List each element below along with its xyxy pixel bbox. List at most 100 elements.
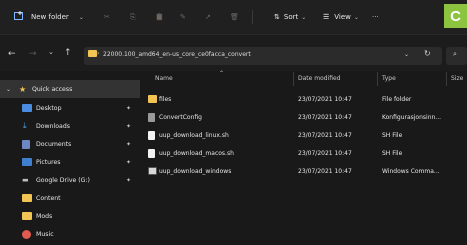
address-dropdown-icon[interactable]: ⌄ (404, 51, 409, 58)
drive-icon: ▬ (22, 176, 29, 184)
pin-icon: ✦ (126, 104, 132, 112)
file-type: Windows Comma... (382, 168, 440, 175)
copy-icon[interactable]: ⎘ (130, 9, 136, 25)
column-divider[interactable] (377, 72, 378, 86)
column-header-type[interactable]: Type (382, 75, 396, 82)
column-header-name[interactable]: Name (155, 75, 173, 82)
file-row[interactable]: ConvertConfig 23/07/2021 10:47 Konfigura… (141, 109, 467, 126)
config-file-icon (148, 113, 155, 122)
pin-icon: ✦ (126, 122, 132, 130)
sidebar-item-desktop[interactable]: Desktop ✦ (0, 99, 140, 117)
sidebar-item-label: Content (36, 194, 61, 202)
pin-icon: ✦ (126, 140, 132, 148)
file-name: files (159, 96, 172, 103)
sidebar-item-mods[interactable]: Mods (0, 207, 140, 225)
sidebar-item-label: Desktop (36, 104, 62, 112)
share-icon[interactable]: ↗ (205, 9, 211, 25)
download-icon: ⤓ (23, 121, 27, 130)
folder-icon (88, 50, 97, 57)
paste-icon[interactable]: 📋 (155, 9, 164, 25)
chevron-down-icon: ⌄ (353, 13, 359, 21)
recent-locations-icon[interactable]: ⌄ (48, 48, 54, 56)
file-icon (148, 131, 155, 140)
chevron-down-icon: ⌄ (6, 85, 12, 93)
file-type: Konfigurasjonsinn... (382, 114, 442, 121)
up-arrow-icon[interactable]: ↑ (64, 48, 72, 58)
cmd-file-icon (148, 167, 157, 175)
file-date: 23/07/2021 10:47 (298, 132, 352, 139)
column-header-date[interactable]: Date modified (298, 75, 341, 82)
sidebar-item-label: Documents (36, 140, 72, 148)
new-button[interactable]: New folder ⌄ (14, 9, 84, 25)
sort-label: Sort (283, 13, 299, 21)
sidebar-item-label: Google Drive (G:) (36, 176, 90, 184)
sidebar-item-label: Music (36, 230, 54, 238)
file-name: ConvertConfig (159, 114, 202, 121)
pin-icon: ✦ (126, 158, 132, 166)
file-type: File folder (382, 96, 412, 103)
pin-icon: ✦ (126, 176, 132, 184)
sidebar-item-music[interactable]: Music (0, 225, 140, 243)
file-name: uup_download_macos.sh (159, 150, 234, 157)
file-row[interactable]: files 23/07/2021 10:47 File folder (141, 91, 467, 108)
back-arrow-icon[interactable]: ← (8, 49, 16, 59)
file-type: SH File (382, 132, 403, 139)
desktop-icon (22, 104, 32, 112)
search-icon: ⌕ (453, 50, 457, 58)
cut-icon[interactable]: ✂ (104, 9, 110, 25)
file-row[interactable]: uup_download_linux.sh 23/07/2021 10:47 S… (141, 127, 467, 144)
file-row[interactable]: uup_download_macos.sh 23/07/2021 10:47 S… (141, 145, 467, 162)
file-icon (148, 149, 155, 158)
address-path: 22000.100_amd64_en-us_core_ce0facca_conv… (103, 51, 251, 58)
search-box[interactable]: ⌕ (446, 47, 467, 65)
sort-icon: ⇅ (274, 13, 280, 21)
sidebar-item-label: Downloads (36, 122, 70, 130)
new-label: New folder (31, 13, 69, 21)
sidebar-item-google-drive[interactable]: ▬ Google Drive (G:) ✦ (0, 171, 140, 189)
chevron-right-icon: › (97, 50, 100, 57)
file-date: 23/07/2021 10:47 (298, 168, 352, 175)
star-icon: ★ (19, 84, 27, 94)
sort-caret-icon: ⌃ (219, 70, 225, 77)
command-bar: New folder ⌄ ✂ ⎘ 📋 ✎ ↗ 🗑 ⇅ Sort ⌄ ☰ View… (0, 0, 467, 35)
more-options-icon[interactable]: ··· (372, 9, 379, 25)
toolbar-divider (252, 10, 253, 24)
refresh-icon[interactable]: ↻ (424, 49, 431, 58)
sidebar-item-label: Mods (36, 212, 53, 220)
chevron-down-icon: ⌄ (301, 13, 307, 21)
rename-icon[interactable]: ✎ (180, 9, 186, 25)
chevron-down-icon: ⌄ (78, 13, 84, 21)
file-date: 23/07/2021 10:47 (298, 150, 352, 157)
new-folder-icon (14, 11, 25, 23)
sidebar-item-quick-access[interactable]: ⌄ ★ Quick access (0, 80, 140, 98)
pictures-icon (22, 158, 32, 166)
sidebar-item-downloads[interactable]: ⤓ Downloads ✦ (0, 117, 140, 135)
sidebar-item-label: Pictures (36, 158, 61, 166)
file-name: uup_download_windows (159, 168, 232, 175)
folder-icon (22, 194, 32, 202)
forward-arrow-icon[interactable]: → (29, 49, 37, 59)
file-type: SH File (382, 150, 403, 157)
file-row[interactable]: uup_download_windows 23/07/2021 10:47 Wi… (141, 163, 467, 180)
view-icon: ☰ (323, 13, 330, 21)
view-label: View (334, 13, 351, 21)
delete-icon[interactable]: 🗑 (230, 9, 239, 25)
file-date: 23/07/2021 10:47 (298, 114, 352, 121)
brand-badge: C (444, 4, 467, 28)
file-explorer-window: New folder ⌄ ✂ ⎘ 📋 ✎ ↗ 🗑 ⇅ Sort ⌄ ☰ View… (0, 0, 467, 245)
view-button[interactable]: ☰ View ⌄ (323, 9, 359, 25)
file-date: 23/07/2021 10:47 (298, 96, 352, 103)
folder-icon (148, 95, 157, 103)
navigation-pane: ⌄ ★ Quick access Desktop ✦ ⤓ Downloads ✦… (0, 76, 140, 245)
column-header-size[interactable]: Size (451, 75, 463, 82)
sidebar-item-pictures[interactable]: Pictures ✦ (0, 153, 140, 171)
folder-icon (22, 212, 32, 220)
sidebar-item-documents[interactable]: Documents ✦ (0, 135, 140, 153)
sidebar-item-content[interactable]: Content (0, 189, 140, 207)
file-name: uup_download_linux.sh (159, 132, 229, 139)
sort-button[interactable]: ⇅ Sort ⌄ (274, 9, 306, 25)
documents-icon (22, 139, 30, 149)
column-divider[interactable] (446, 72, 447, 86)
column-divider[interactable] (293, 72, 294, 86)
music-icon (22, 229, 31, 239)
